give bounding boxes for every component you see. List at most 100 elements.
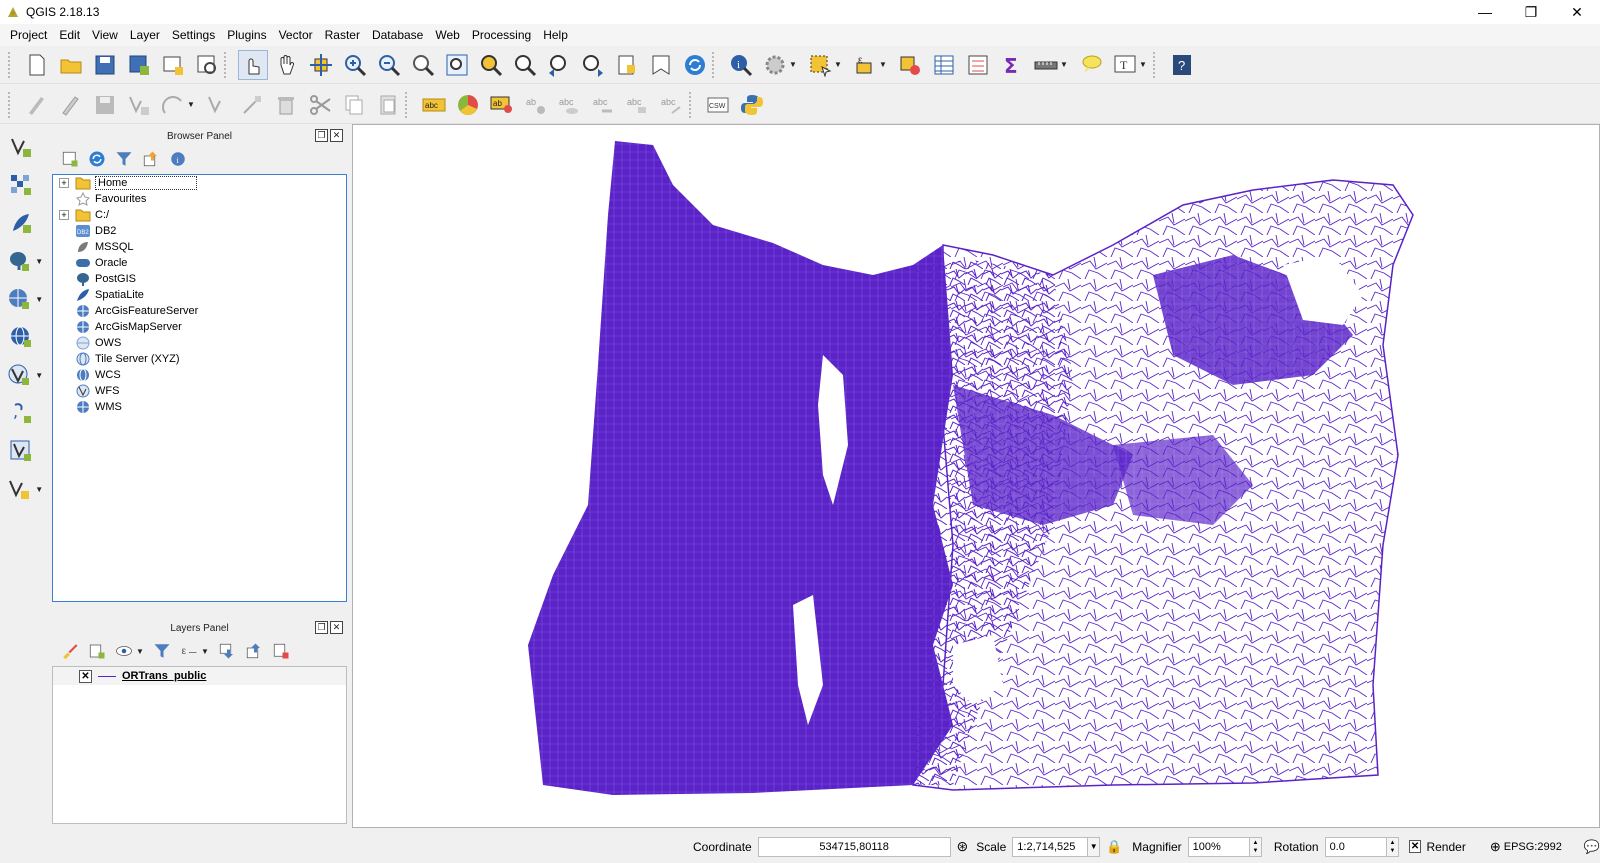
toolbar-grip[interactable]	[8, 51, 14, 78]
deselect-all-button[interactable]	[895, 50, 925, 80]
layer-visibility-checkbox[interactable]: ✕	[79, 669, 92, 683]
expand-all-button[interactable]	[215, 639, 239, 663]
browser-item-ows[interactable]: OWS	[53, 335, 346, 351]
layer-diagram-button[interactable]	[453, 90, 483, 120]
select-features-button[interactable]	[805, 50, 835, 80]
magnifier-field[interactable]: 100%	[1187, 836, 1251, 857]
open-attribute-table-button[interactable]	[929, 50, 959, 80]
zoom-in-button[interactable]	[340, 50, 370, 80]
current-edits-button[interactable]	[22, 90, 52, 120]
text-annotation-button[interactable]: T	[1110, 50, 1140, 80]
expand-icon[interactable]: +	[59, 210, 69, 220]
delete-selected-button[interactable]	[271, 90, 301, 120]
rotation-field[interactable]: 0.0	[1324, 836, 1388, 857]
add-wms-layer-button[interactable]	[6, 284, 32, 314]
browser-refresh-button[interactable]	[85, 147, 109, 171]
chevron-down-icon[interactable]: ▼	[1088, 836, 1101, 857]
cut-features-button[interactable]	[305, 90, 335, 120]
menu-project[interactable]: Project	[4, 28, 53, 42]
expand-icon[interactable]: +	[59, 178, 69, 188]
coordinate-field[interactable]: 534715,80118	[757, 836, 951, 857]
chevron-down-icon[interactable]: ▼	[789, 60, 799, 69]
pan-map-button[interactable]	[272, 50, 302, 80]
browser-item-home[interactable]: + Home	[53, 175, 346, 191]
close-panel-button[interactable]: ✕	[330, 621, 343, 634]
add-wcs-layer-button[interactable]	[6, 322, 36, 352]
add-raster-layer-button[interactable]	[6, 170, 36, 200]
menu-edit[interactable]: Edit	[53, 28, 86, 42]
zoom-to-layer-button[interactable]	[510, 50, 540, 80]
zoom-out-button[interactable]	[374, 50, 404, 80]
add-circular-string-button[interactable]	[158, 90, 188, 120]
rotate-label-button[interactable]: abc	[589, 90, 619, 120]
chevron-down-icon[interactable]: ▼	[35, 485, 44, 494]
float-panel-button[interactable]: ❐	[315, 621, 328, 634]
new-spatialite-layer-button[interactable]	[6, 474, 32, 504]
move-feature-button[interactable]	[203, 90, 233, 120]
open-layer-styling-button[interactable]	[58, 639, 82, 663]
toolbar-grip[interactable]	[712, 51, 718, 78]
new-print-composer-button[interactable]	[158, 50, 188, 80]
new-shapefile-layer-button[interactable]	[6, 436, 36, 466]
menu-settings[interactable]: Settings	[166, 28, 221, 42]
browser-item-arcgis-feature-server[interactable]: ArcGisFeatureServer	[53, 303, 346, 319]
statistical-summary-button[interactable]: Σ	[997, 50, 1027, 80]
help-contents-button[interactable]: ?	[1167, 50, 1197, 80]
field-calculator-button[interactable]	[963, 50, 993, 80]
map-tips-button[interactable]	[1076, 50, 1106, 80]
toolbar-grip[interactable]	[405, 91, 411, 118]
scale-combobox[interactable]: 1:2,714,525	[1012, 836, 1089, 857]
layer-labeling-button[interactable]: abc	[419, 90, 449, 120]
toggle-editing-button[interactable]	[56, 90, 86, 120]
crs-globe-icon[interactable]: ⊕	[1490, 839, 1501, 855]
menu-help[interactable]: Help	[537, 28, 574, 42]
browser-item-spatialite[interactable]: SpatiaLite	[53, 287, 346, 303]
float-panel-button[interactable]: ❐	[315, 129, 328, 142]
toolbar-grip[interactable]	[1153, 51, 1159, 78]
chevron-down-icon[interactable]: ▼	[201, 647, 211, 656]
menu-web[interactable]: Web	[429, 28, 465, 42]
filter-by-expression-button[interactable]: ε	[177, 639, 201, 663]
zoom-native-button[interactable]	[408, 50, 438, 80]
collapse-all-button[interactable]	[242, 639, 266, 663]
browser-item-tile-server[interactable]: Tile Server (XYZ)	[53, 351, 346, 367]
add-feature-button[interactable]	[124, 90, 154, 120]
menu-view[interactable]: View	[86, 28, 124, 42]
save-edits-button[interactable]	[90, 90, 120, 120]
refresh-button[interactable]	[680, 50, 710, 80]
restore-button[interactable]: ❐	[1508, 0, 1554, 24]
browser-item-favourites[interactable]: Favourites	[53, 191, 346, 207]
layer-row[interactable]: ✕ ORTrans_public	[53, 667, 346, 685]
browser-item-arcgis-map-server[interactable]: ArcGisMapServer	[53, 319, 346, 335]
paste-features-button[interactable]	[373, 90, 403, 120]
collapse-all-button[interactable]	[139, 147, 163, 171]
add-spatialite-layer-button[interactable]	[6, 208, 36, 238]
road-network-map[interactable]	[353, 125, 1599, 827]
pin-labels-button[interactable]: ab	[487, 90, 517, 120]
crs-label[interactable]: EPSG:2992	[1504, 841, 1562, 853]
render-checkbox[interactable]: ✕	[1408, 840, 1422, 853]
map-canvas[interactable]	[352, 124, 1600, 828]
node-tool-button[interactable]	[237, 90, 267, 120]
add-postgis-layer-button[interactable]	[6, 246, 32, 276]
menu-vector[interactable]: Vector	[273, 28, 319, 42]
browser-item-wms[interactable]: WMS	[53, 399, 346, 415]
browser-item-oracle[interactable]: Oracle	[53, 255, 346, 271]
select-by-value-button[interactable]: ε	[850, 50, 880, 80]
show-hide-labels-button[interactable]: ab	[521, 90, 551, 120]
composer-manager-button[interactable]	[192, 50, 222, 80]
browser-item-postgis[interactable]: PostGIS	[53, 271, 346, 287]
manage-themes-button[interactable]	[112, 639, 136, 663]
move-label-button[interactable]: abc	[555, 90, 585, 120]
pan-to-selection-button[interactable]	[306, 50, 336, 80]
zoom-to-selection-button[interactable]	[476, 50, 506, 80]
chevron-down-icon[interactable]: ▼	[1060, 60, 1070, 69]
chevron-down-icon[interactable]: ▼	[1139, 60, 1149, 69]
browser-tree[interactable]: + Home Favourites + C:/ DB2 DB2 MSSQL Or…	[52, 174, 347, 602]
browser-item-wfs[interactable]: WFS	[53, 383, 346, 399]
save-project-button[interactable]	[90, 50, 120, 80]
filter-browser-button[interactable]	[112, 147, 136, 171]
toolbar-grip[interactable]	[689, 91, 695, 118]
toolbar-grip[interactable]	[8, 91, 14, 118]
chevron-down-icon[interactable]: ▼	[35, 371, 44, 380]
